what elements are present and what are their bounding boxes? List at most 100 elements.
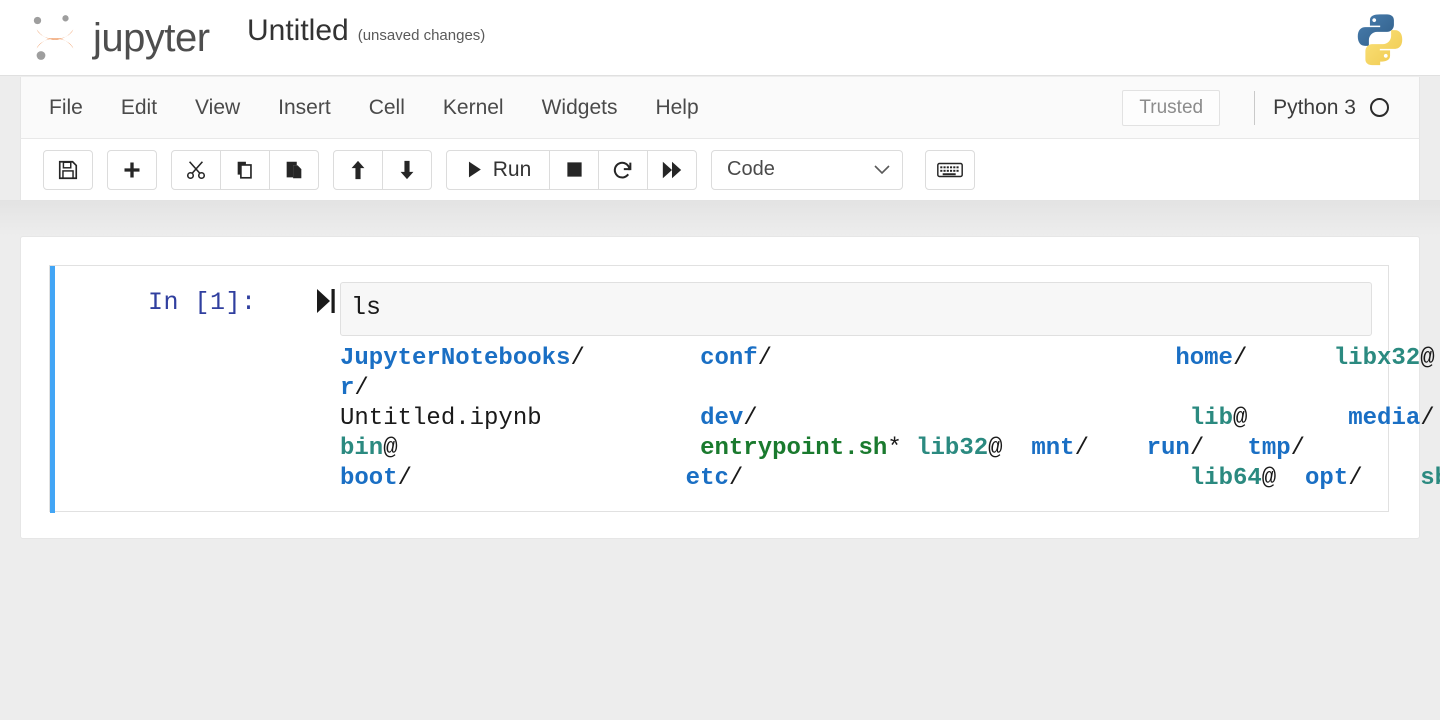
ls-column-gap: [772, 345, 1175, 372]
trusted-badge[interactable]: Trusted: [1122, 89, 1221, 126]
menu-item-help[interactable]: Help: [655, 90, 698, 126]
ls-entry-suffix: /: [397, 465, 413, 492]
ls-entry-suffix: @: [383, 435, 398, 462]
ls-column-gap: [1247, 405, 1348, 432]
ls-column-gap: [1363, 465, 1421, 492]
scissors-icon: [186, 160, 206, 179]
menu-status-group: Trusted Python 3: [1122, 89, 1419, 126]
menu-item-insert[interactable]: Insert: [278, 90, 369, 126]
menu-item-edit[interactable]: Edit: [121, 90, 195, 126]
ls-entry-suffix: @: [988, 435, 1003, 462]
ls-entry-link: bin: [340, 435, 384, 462]
output-line: Untitled.ipynb dev/ lib@ media/ root/ sy…: [340, 404, 1435, 434]
insert-cell-below-button[interactable]: [107, 149, 157, 190]
cell-output-stream: JupyterNotebooks/ conf/ home/ libx32@ pr…: [340, 344, 1440, 494]
cut-cells-button[interactable]: [171, 149, 221, 190]
cell-input-prompt: In [1]:: [148, 288, 257, 317]
menu-items-group: File Edit View Insert Cell Kernel Widget…: [21, 90, 699, 126]
kernel-idle-circle-icon[interactable]: [1370, 98, 1389, 117]
fast-forward-icon: [662, 161, 682, 178]
page-header: jupyter Untitled (unsaved changes): [0, 0, 1440, 76]
arrow-down-icon: [400, 160, 414, 179]
ls-entry-suffix: /: [1232, 345, 1248, 372]
ls-entry-link: sbin: [1420, 465, 1440, 492]
arrow-up-icon: [351, 160, 365, 179]
notebook-top-shadow: [0, 200, 1440, 236]
keyboard-shortcuts-button[interactable]: [925, 149, 975, 190]
run-button[interactable]: Run: [446, 149, 550, 190]
move-cell-down-button[interactable]: [382, 149, 432, 190]
ls-column-gap: [902, 435, 916, 462]
ls-entry-link: lib: [1189, 405, 1233, 432]
ls-entry-suffix: /: [757, 345, 773, 372]
play-icon: [468, 161, 481, 178]
code-input-area[interactable]: ls: [340, 282, 1372, 336]
ls-entry-suffix: @: [1261, 465, 1277, 492]
keyboard-icon: [937, 162, 963, 177]
menu-item-widgets[interactable]: Widgets: [542, 90, 656, 126]
shortcut-group: [925, 149, 975, 190]
menu-item-file[interactable]: File: [49, 90, 121, 126]
ls-entry-suffix: /: [354, 375, 369, 402]
ls-column-gap: [585, 345, 700, 372]
ls-entry-suffix: /: [743, 405, 758, 432]
menu-item-view[interactable]: View: [195, 90, 278, 126]
save-status-text: (unsaved changes): [357, 27, 486, 44]
cell-type-select[interactable]: Code: [711, 149, 903, 190]
ls-entry-dir: run: [1146, 435, 1190, 462]
interrupt-kernel-button[interactable]: [549, 149, 599, 190]
menu-item-cell[interactable]: Cell: [369, 90, 443, 126]
chevron-down-icon: [874, 165, 890, 174]
run-to-end-icon[interactable]: [316, 288, 336, 314]
ls-column-gap: [743, 465, 1189, 492]
jupyter-logo-group[interactable]: jupyter: [27, 10, 210, 66]
ls-entry-suffix: /: [1420, 405, 1435, 432]
ls-entry-dir: JupyterNotebooks: [340, 345, 571, 372]
ls-column-gap: [1435, 405, 1440, 432]
ls-entry-dir: mnt: [1031, 435, 1075, 462]
restart-circular-arrow-icon: [613, 161, 632, 178]
ls-column-gap: [398, 435, 700, 462]
ls-entry-dir: boot: [340, 465, 398, 492]
output-line: r/: [340, 374, 1388, 404]
restart-kernel-button[interactable]: [598, 149, 648, 190]
notebook-toolbar: Run Code: [20, 139, 1420, 200]
clipboard-group: [171, 149, 319, 190]
plus-icon: [124, 162, 140, 177]
save-button[interactable]: [43, 149, 93, 190]
paste-icon: [286, 161, 302, 178]
paste-cells-button[interactable]: [269, 149, 319, 190]
notebook-name[interactable]: Untitled: [247, 14, 349, 48]
ls-entry-suffix: *: [887, 435, 902, 462]
copy-cells-button[interactable]: [220, 149, 270, 190]
ls-entry-suffix: /: [570, 345, 585, 372]
run-button-label: Run: [492, 157, 532, 181]
save-group: [43, 149, 93, 190]
ls-entry-suffix: /: [1074, 435, 1089, 462]
output-line: bin@ entrypoint.sh* lib32@ mnt/ run/ tmp…: [340, 434, 1388, 464]
code-cell[interactable]: In [1]: ls JupyterNotebooks/ conf/ home/…: [49, 265, 1440, 513]
ls-entry-suffix: @: [1233, 405, 1248, 432]
jupyter-logo-text: jupyter: [93, 16, 210, 60]
menu-item-kernel[interactable]: Kernel: [443, 90, 542, 126]
ls-column-gap: [1204, 435, 1247, 462]
insert-group: [107, 149, 157, 190]
output-line: JupyterNotebooks/ conf/ home/ libx32@ pr…: [340, 344, 1435, 374]
restart-and-run-all-button[interactable]: [647, 149, 697, 190]
ls-entry-link: libx32: [1333, 345, 1421, 372]
ls-entry-dir: home: [1175, 345, 1233, 372]
move-group: [333, 149, 432, 190]
ls-entry-dir: media: [1348, 405, 1421, 432]
ls-entry-link: lib32: [916, 435, 989, 462]
ls-column-gap: [1247, 345, 1333, 372]
ls-column-gap: [758, 405, 1190, 432]
ls-column-gap: [412, 465, 686, 492]
menu-divider: [1254, 90, 1256, 125]
move-cell-up-button[interactable]: [333, 149, 383, 190]
ls-column-gap: [1435, 345, 1440, 372]
copy-icon: [237, 161, 252, 179]
ls-entry-suffix: @: [1420, 345, 1435, 372]
cell-selected-indicator: [50, 266, 55, 513]
kernel-name-label[interactable]: Python 3: [1273, 96, 1356, 120]
notebook-title-group[interactable]: Untitled (unsaved changes): [247, 14, 485, 48]
